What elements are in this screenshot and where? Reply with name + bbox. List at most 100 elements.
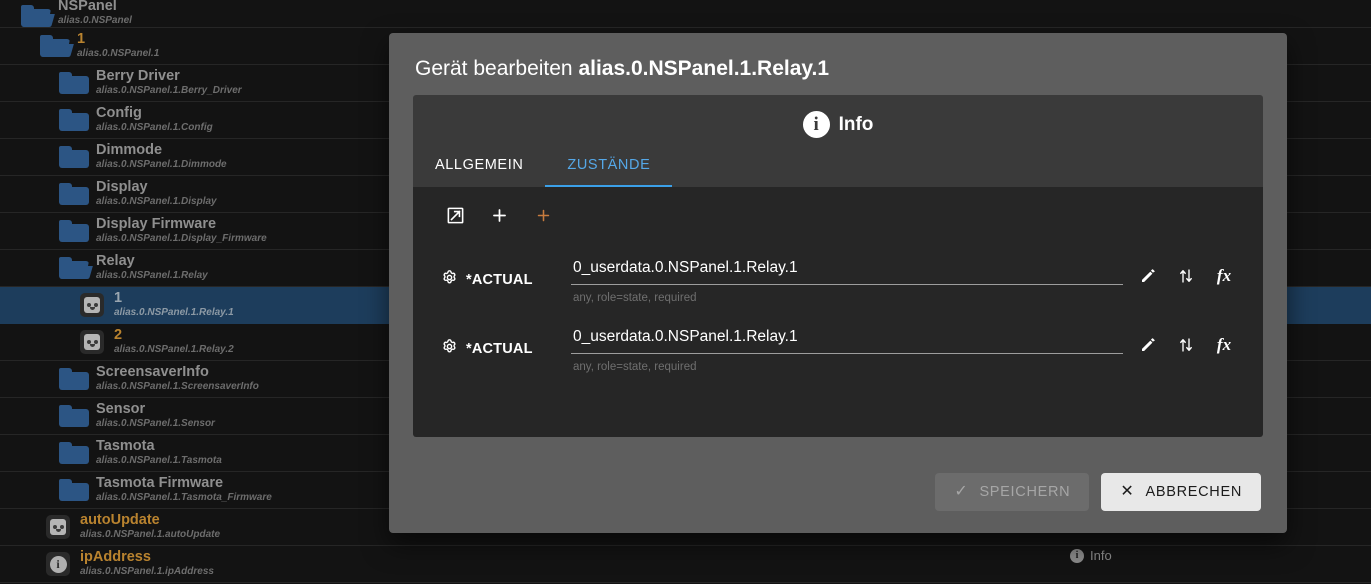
close-icon: ✕ [1120, 483, 1135, 500]
cancel-button-label: ABBRECHEN [1145, 484, 1242, 500]
edit-icon[interactable] [1137, 334, 1159, 356]
tree-row-labels: 1 alias.0.NSPanel.1.Relay.1 [114, 289, 234, 319]
tree-row-name: Sensor [96, 400, 146, 417]
tree-row-id: alias.0.NSPanel.1.Tasmota [96, 455, 222, 467]
state-value-input[interactable]: 0_userdata.0.NSPanel.1.Relay.1 [571, 324, 1123, 354]
add-custom-state-icon[interactable] [529, 201, 557, 229]
state-field: 0_userdata.0.NSPanel.1.Relay.1 any, role=… [571, 255, 1123, 304]
background-info-text: Info [1090, 548, 1112, 563]
tab-label: ALLGEMEIN [435, 157, 524, 173]
edit-icon[interactable] [1137, 265, 1159, 287]
state-label-text: *ACTUAL [466, 271, 533, 288]
tree-row-id: alias.0.NSPanel.1.Relay.2 [114, 344, 234, 356]
gear-icon[interactable] [441, 338, 458, 359]
state-rows: *ACTUAL 0_userdata.0.NSPanel.1.Relay.1 any… [413, 255, 1263, 373]
tree-row-labels: Dimmode alias.0.NSPanel.1.Dimmode [96, 141, 227, 171]
folder-icon [52, 220, 96, 242]
tree-row-labels: Relay alias.0.NSPanel.1.Relay [96, 252, 208, 282]
tree-row-labels: NSPanel alias.0.NSPanel [58, 0, 132, 27]
tree-row-name: ipAddress [80, 548, 151, 565]
tree-row-id: alias.0.NSPanel.1.Sensor [96, 418, 215, 430]
dialog-tabs-card: i Info ALLGEMEIN ZUSTÄNDE [413, 95, 1263, 187]
tree-row-name: Tasmota [96, 437, 155, 454]
tab-label: ZUSTÄNDE [567, 157, 651, 173]
tree-row-name: NSPanel [58, 0, 117, 14]
dialog-title: Gerät bearbeiten alias.0.NSPanel.1.Relay… [389, 33, 1287, 95]
tree-row-labels: Sensor alias.0.NSPanel.1.Sensor [96, 400, 215, 430]
tree-row-name: 1 [77, 30, 86, 47]
state-hint: any, role=state, required [573, 361, 697, 373]
tree-row-name: Display Firmware [96, 215, 217, 232]
tree-row-labels: Tasmota Firmware alias.0.NSPanel.1.Tasmot… [96, 474, 272, 504]
tree-row[interactable]: i ipAddress alias.0.NSPanel.1.ipAddress [0, 546, 1371, 583]
socket-icon [70, 293, 114, 317]
info-icon: i [36, 552, 80, 576]
state-field: 0_userdata.0.NSPanel.1.Relay.1 any, role=… [571, 324, 1123, 373]
function-icon[interactable]: fx [1213, 334, 1235, 356]
cancel-button[interactable]: ✕ ABBRECHEN [1101, 473, 1261, 511]
tree-row-id: alias.0.NSPanel.1.autoUpdate [80, 529, 221, 541]
info-icon: i [1070, 548, 1084, 563]
save-button[interactable]: ✓ SPEICHERN [935, 473, 1090, 511]
folder-open-icon [52, 257, 96, 279]
state-actions: fx [1123, 324, 1235, 356]
tree-row-name: Berry Driver [96, 67, 180, 84]
tab-allgemein[interactable]: ALLGEMEIN [413, 143, 545, 187]
tree-row-name: Tasmota Firmware [96, 474, 224, 491]
edit-device-dialog: Gerät bearbeiten alias.0.NSPanel.1.Relay… [389, 33, 1287, 533]
folder-icon [52, 405, 96, 427]
state-value-input[interactable]: 0_userdata.0.NSPanel.1.Relay.1 [571, 255, 1123, 285]
tab-zustände[interactable]: ZUSTÄNDE [545, 143, 673, 187]
tree-row-id: alias.0.NSPanel.1 [77, 48, 160, 60]
expand-all-icon[interactable] [441, 201, 469, 229]
tree-row-id: alias.0.NSPanel.1.Config [96, 122, 213, 134]
tree-row-id: alias.0.NSPanel.1.Display_Firmware [96, 233, 267, 245]
tree-row-labels: 1 alias.0.NSPanel.1 [77, 30, 160, 60]
tree-row-id: alias.0.NSPanel.1.Tasmota_Firmware [96, 492, 272, 504]
socket-icon [70, 330, 114, 354]
check-icon: ✓ [954, 483, 969, 500]
gear-icon[interactable] [441, 269, 458, 290]
tree-row-labels: Display alias.0.NSPanel.1.Display [96, 178, 217, 208]
tree-row-labels: ScreensaverInfo alias.0.NSPanel.1.Screens… [96, 364, 259, 393]
tree-row-id: alias.0.NSPanel.1.Relay.1 [114, 307, 234, 319]
dialog-title-prefix: Gerät bearbeiten [415, 57, 573, 80]
tree-row-labels: 2 alias.0.NSPanel.1.Relay.2 [114, 326, 234, 356]
tree-row-id: alias.0.NSPanel.1.ScreensaverInfo [96, 381, 259, 393]
state-label: *ACTUAL [441, 324, 571, 359]
socket-icon [36, 515, 80, 539]
swap-vert-icon[interactable] [1175, 334, 1197, 356]
function-icon[interactable]: fx [1213, 265, 1235, 287]
tree-row-name: 1 [114, 289, 123, 306]
state-row: *ACTUAL 0_userdata.0.NSPanel.1.Relay.1any… [413, 324, 1263, 373]
tree-row-id: alias.0.NSPanel.1.ipAddress [80, 566, 214, 578]
info-icon: i [802, 111, 830, 138]
dialog-actions: ✓ SPEICHERN ✕ ABBRECHEN [389, 473, 1287, 533]
save-button-label: SPEICHERN [979, 484, 1071, 500]
tree-row-name: 2 [114, 326, 123, 343]
folder-icon [52, 146, 96, 168]
folder-icon [52, 109, 96, 131]
folder-open-icon [33, 35, 77, 57]
tree-row-name: Relay [96, 252, 135, 269]
states-toolbar [413, 187, 1263, 235]
add-state-icon[interactable] [485, 201, 513, 229]
tree-row[interactable]: NSPanel alias.0.NSPanel [0, 0, 1371, 28]
state-hint: any, role=state, required [573, 292, 697, 304]
background-info-label: i Info [1070, 548, 1112, 563]
tree-row-id: alias.0.NSPanel.1.Dimmode [96, 159, 227, 171]
swap-vert-icon[interactable] [1175, 265, 1197, 287]
folder-icon [52, 72, 96, 94]
folder-icon [52, 368, 96, 390]
tree-row-name: Display [96, 178, 148, 195]
tree-row-name: Dimmode [96, 141, 163, 158]
state-actions: fx [1123, 255, 1235, 287]
state-row: *ACTUAL 0_userdata.0.NSPanel.1.Relay.1any… [413, 255, 1263, 304]
tree-row-labels: Berry Driver alias.0.NSPanel.1.Berry_Driv… [96, 67, 242, 97]
tree-row-name: autoUpdate [80, 511, 160, 528]
dialog-tabs: ALLGEMEIN ZUSTÄNDE [413, 143, 673, 187]
folder-icon [52, 183, 96, 205]
tree-row-labels: autoUpdate alias.0.NSPanel.1.autoUpdate [80, 511, 221, 541]
info-header: i Info [413, 111, 1263, 138]
folder-icon [52, 442, 96, 464]
